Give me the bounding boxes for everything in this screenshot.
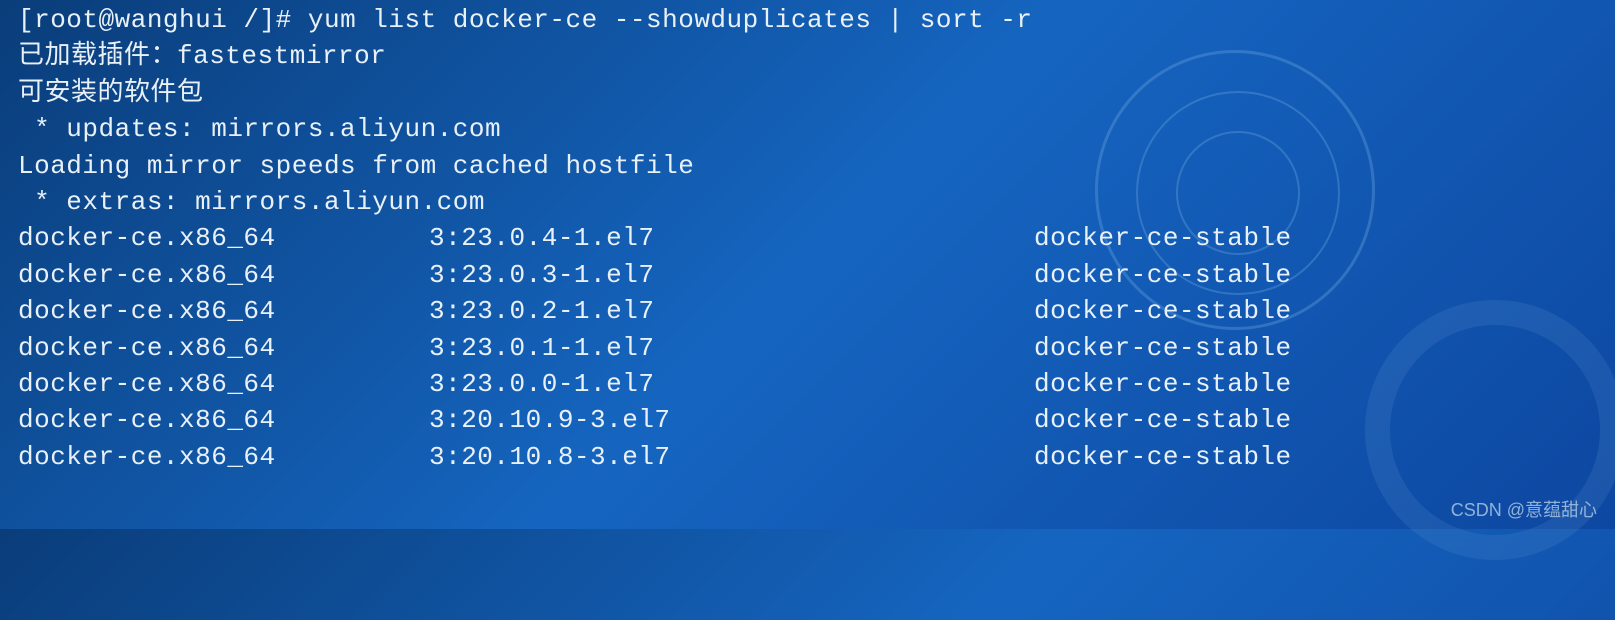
package-name: docker-ce.x86_64 [18, 293, 429, 329]
installable-line: 可安装的软件包 [18, 75, 1597, 111]
loading-line: Loading mirror speeds from cached hostfi… [18, 148, 1597, 184]
package-version: 3:23.0.2-1.el7 [429, 293, 1034, 329]
updates-mirror-line: * updates: mirrors.aliyun.com [18, 111, 1597, 147]
package-row: docker-ce.x86_64 3:20.10.8-3.el7 docker-… [18, 439, 1597, 475]
package-row: docker-ce.x86_64 3:23.0.1-1.el7 docker-c… [18, 330, 1597, 366]
package-repo: docker-ce-stable [1034, 402, 1597, 438]
package-name: docker-ce.x86_64 [18, 402, 429, 438]
package-row: docker-ce.x86_64 3:23.0.3-1.el7 docker-c… [18, 257, 1597, 293]
command-text: yum list docker-ce --showduplicates | so… [308, 5, 1033, 35]
package-row: docker-ce.x86_64 3:23.0.2-1.el7 docker-c… [18, 293, 1597, 329]
package-row: docker-ce.x86_64 3:23.0.0-1.el7 docker-c… [18, 366, 1597, 402]
package-repo: docker-ce-stable [1034, 220, 1597, 256]
package-repo: docker-ce-stable [1034, 293, 1597, 329]
package-version: 3:23.0.0-1.el7 [429, 366, 1034, 402]
package-repo: docker-ce-stable [1034, 257, 1597, 293]
package-version: 3:23.0.3-1.el7 [429, 257, 1034, 293]
package-version: 3:20.10.8-3.el7 [429, 439, 1034, 475]
watermark-text: CSDN @意蕴甜心 [1451, 498, 1597, 523]
package-row: docker-ce.x86_64 3:20.10.9-3.el7 docker-… [18, 402, 1597, 438]
shell-prompt: [root@wanghui /]# [18, 5, 308, 35]
package-name: docker-ce.x86_64 [18, 257, 429, 293]
plugins-line: 已加载插件：fastestmirror [18, 38, 1597, 74]
package-name: docker-ce.x86_64 [18, 439, 429, 475]
extras-mirror-line: * extras: mirrors.aliyun.com [18, 184, 1597, 220]
terminal-output: [root@wanghui /]# yum list docker-ce --s… [18, 2, 1597, 475]
package-name: docker-ce.x86_64 [18, 220, 429, 256]
package-repo: docker-ce-stable [1034, 366, 1597, 402]
package-version: 3:23.0.4-1.el7 [429, 220, 1034, 256]
package-repo: docker-ce-stable [1034, 330, 1597, 366]
package-repo: docker-ce-stable [1034, 439, 1597, 475]
package-name: docker-ce.x86_64 [18, 366, 429, 402]
package-row: docker-ce.x86_64 3:23.0.4-1.el7 docker-c… [18, 220, 1597, 256]
package-version: 3:23.0.1-1.el7 [429, 330, 1034, 366]
package-name: docker-ce.x86_64 [18, 330, 429, 366]
package-version: 3:20.10.9-3.el7 [429, 402, 1034, 438]
command-line: [root@wanghui /]# yum list docker-ce --s… [18, 2, 1597, 38]
